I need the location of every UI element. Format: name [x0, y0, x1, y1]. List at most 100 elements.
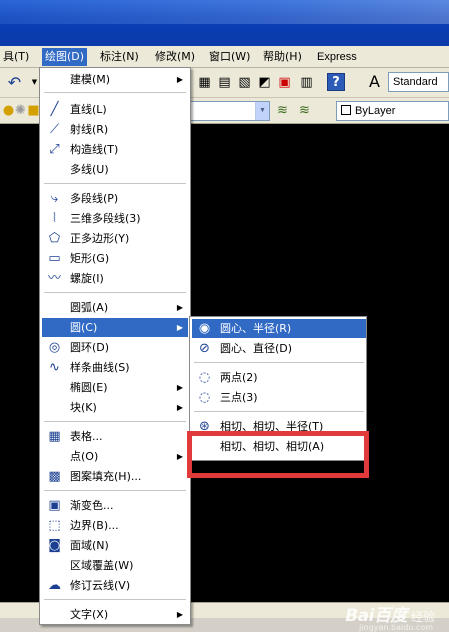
menu-item-label: 样条曲线(S): [70, 361, 130, 374]
watermark-sub: 经验: [410, 610, 435, 624]
menu-dimension[interactable]: 标注(N): [97, 48, 142, 66]
menu-item-text[interactable]: 文字(X) ▶: [42, 605, 188, 624]
menu-item-label: 多段线(P): [70, 192, 119, 205]
menu-separator: [194, 362, 364, 363]
menu-item-label: 点(O): [70, 450, 99, 463]
menu-item-label: 渐变色...: [70, 499, 114, 512]
layer-state-icon[interactable]: ≋: [274, 102, 291, 119]
menu-item-helix[interactable]: 〰 螺旋(I): [42, 269, 188, 288]
menu-item-circle[interactable]: 圆(C) ▶: [42, 318, 188, 337]
menu-express[interactable]: Express: [314, 48, 360, 66]
menu-item-two-point[interactable]: ◌ 两点(2): [192, 368, 366, 387]
layer-select[interactable]: ▼: [190, 101, 270, 121]
helix-icon: 〰: [47, 271, 61, 286]
menu-item-center-radius[interactable]: ◉ 圆心、半径(R): [192, 319, 366, 338]
menu-item-three-point[interactable]: ◌ 三点(3): [192, 388, 366, 407]
menu-item-polygon[interactable]: ⬠ 正多边形(Y): [42, 229, 188, 248]
menu-help[interactable]: 帮助(H): [260, 48, 305, 66]
layer-previous-icon[interactable]: ≋: [296, 102, 313, 119]
ray-icon: ⟋: [49, 122, 60, 137]
menu-bar: 具(T) 绘图(D) 标注(N) 修改(M) 窗口(W) 帮助(H) Expre…: [0, 46, 449, 68]
menu-item-polyline[interactable]: ⤷ 多段线(P): [42, 189, 188, 208]
menu-window[interactable]: 窗口(W): [206, 48, 253, 66]
boundary-icon: ⬚: [48, 518, 61, 533]
menu-item-ellipse[interactable]: 椭圆(E) ▶: [42, 378, 188, 397]
menu-item-label: 建模(M): [70, 73, 111, 86]
text-style-select[interactable]: Standard: [388, 72, 449, 92]
menu-item-boundary[interactable]: ⬚ 边界(B)...: [42, 516, 188, 535]
chevron-down-icon[interactable]: ▼: [255, 102, 269, 120]
menu-item-modeling[interactable]: 建模(M) ▶: [42, 70, 188, 89]
donut-icon: ◎: [48, 340, 61, 355]
menu-item-label: 三点(3): [220, 391, 258, 404]
menu-item-point[interactable]: 点(O) ▶: [42, 447, 188, 466]
menu-item-arc[interactable]: 圆弧(A) ▶: [42, 298, 188, 317]
menu-item-block[interactable]: 块(K) ▶: [42, 398, 188, 417]
menu-item-spline[interactable]: ∿ 样条曲线(S): [42, 358, 188, 377]
menu-item-revcloud[interactable]: ☁ 修订云线(V): [42, 576, 188, 595]
menu-item-label: 图案填充(H)...: [70, 470, 142, 483]
line-icon: ╱: [50, 102, 59, 117]
menu-item-label: 三维多段线(3): [70, 212, 141, 225]
menu-item-label: 螺旋(I): [70, 272, 104, 285]
menu-draw[interactable]: 绘图(D): [42, 48, 88, 66]
menu-item-ray[interactable]: ⟋ 射线(R): [42, 120, 188, 139]
calculator-icon[interactable]: ▥: [298, 74, 315, 91]
toolbar-tool-icon[interactable]: ◩: [256, 74, 273, 91]
color-swatch: [341, 105, 351, 115]
menu-item-center-diameter[interactable]: ⊘ 圆心、直径(D): [192, 339, 366, 358]
menu-item-3d-polyline[interactable]: ⦚ 三维多段线(3): [42, 209, 188, 228]
menu-item-label: 射线(R): [70, 123, 109, 136]
spline-icon: ∿: [49, 360, 60, 375]
3d-polyline-icon: ⦚: [53, 211, 56, 226]
menu-item-label: 边界(B)...: [70, 519, 119, 532]
submenu-arrow-icon: ▶: [176, 610, 183, 619]
region-icon: ◙: [48, 538, 61, 553]
menu-item-label: 椭圆(E): [70, 381, 108, 394]
submenu-arrow-icon: ▶: [176, 303, 183, 312]
draw-menu: 建模(M) ▶ ╱ 直线(L) ⟋ 射线(R) ⤢ 构造线(T) 多线(U) ⤷…: [39, 67, 191, 625]
two-point-icon: ◌: [198, 370, 211, 385]
menu-modify[interactable]: 修改(M): [152, 48, 198, 66]
menu-item-label: 构造线(T): [70, 143, 119, 156]
submenu-arrow-icon: ▶: [176, 75, 183, 84]
menu-item-line[interactable]: ╱ 直线(L): [42, 100, 188, 119]
menu-item-region[interactable]: ◙ 面域(N): [42, 536, 188, 555]
submenu-arrow-icon: ▶: [176, 403, 183, 412]
toolbar-tool-icon[interactable]: ▧: [236, 74, 253, 91]
circle-submenu: ◉ 圆心、半径(R) ⊘ 圆心、直径(D) ◌ 两点(2) ◌ 三点(3) ⊛ …: [189, 316, 367, 461]
menu-item-rectangle[interactable]: ▭ 矩形(G): [42, 249, 188, 268]
toolbar-tool-icon[interactable]: ▦: [196, 74, 213, 91]
table-icon: ▦: [48, 429, 61, 444]
center-radius-icon: ◉: [198, 321, 211, 336]
undo-icon[interactable]: ↶: [6, 74, 23, 91]
text-style-icon[interactable]: A: [366, 73, 383, 90]
menu-separator: [194, 411, 364, 412]
menu-item-table[interactable]: ▦ 表格...: [42, 427, 188, 446]
menu-item-hatch[interactable]: ▩ 图案填充(H)...: [42, 467, 188, 486]
menu-item-tan-tan-tan[interactable]: 相切、相切、相切(A): [192, 437, 366, 456]
watermark-url: jingyan.baidu.com: [359, 623, 433, 632]
revcloud-icon: ☁: [48, 578, 61, 593]
menu-item-tan-tan-radius[interactable]: ⊛ 相切、相切、半径(T): [192, 417, 366, 436]
menu-item-wipeout[interactable]: 区域覆盖(W): [42, 556, 188, 575]
menu-item-label: 直线(L): [70, 103, 107, 116]
menu-item-label: 矩形(G): [70, 252, 110, 265]
menu-separator: [44, 92, 186, 93]
rectangle-icon: ▭: [48, 251, 61, 266]
color-select[interactable]: ByLayer: [336, 101, 449, 121]
toolbar-tool-icon[interactable]: ▣: [276, 74, 293, 91]
menu-item-label: 文字(X): [70, 608, 109, 621]
menu-item-multiline[interactable]: 多线(U): [42, 160, 188, 179]
menu-item-gradient[interactable]: ▣ 渐变色...: [42, 496, 188, 515]
toolbar-tool-icon[interactable]: ▤: [216, 74, 233, 91]
construction-line-icon: ⤢: [49, 142, 60, 157]
menu-item-construction-line[interactable]: ⤢ 构造线(T): [42, 140, 188, 159]
submenu-arrow-icon: ▶: [176, 452, 183, 461]
menu-item-label: 圆(C): [70, 321, 98, 334]
menu-item-donut[interactable]: ◎ 圆环(D): [42, 338, 188, 357]
help-icon[interactable]: ?: [327, 73, 345, 91]
menu-item-label: 圆心、直径(D): [220, 342, 293, 355]
three-point-icon: ◌: [198, 390, 211, 405]
menu-tools[interactable]: 具(T): [0, 48, 32, 66]
